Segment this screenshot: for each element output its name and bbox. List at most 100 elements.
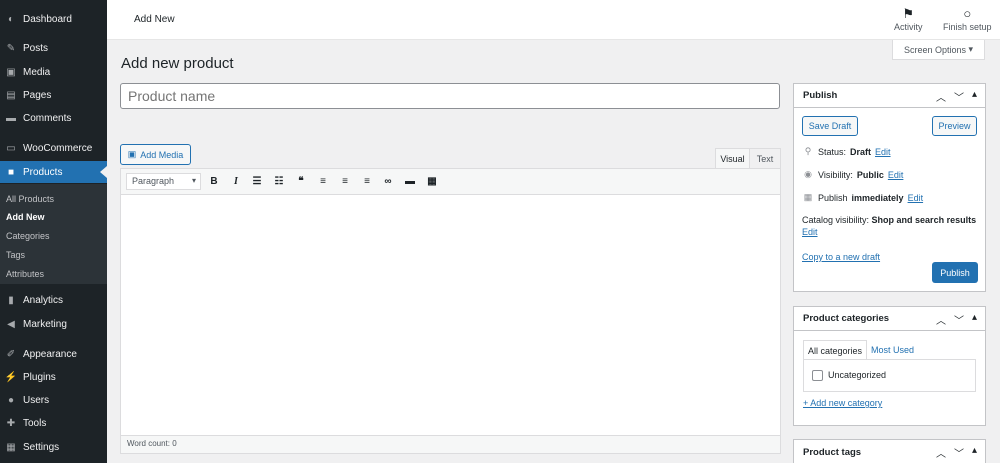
calendar-icon: ▦ [803, 192, 813, 202]
tab-most-used[interactable]: Most Used [867, 340, 918, 360]
sidebar-item-products[interactable]: ■ Products [0, 161, 107, 183]
finish-setup-button[interactable]: ○ Finish setup [943, 6, 992, 32]
top-header: Add New ⚑ Activity ○ Finish setup [107, 0, 1000, 40]
category-list: Uncategorized [803, 359, 976, 392]
products-submenu: All Products Add New Categories Tags Att… [0, 184, 107, 284]
edit-catalog-visibility-link[interactable]: Edit [802, 227, 818, 237]
settings-icon: ▦ [6, 441, 16, 453]
chevron-down-icon[interactable]: ﹀ [954, 89, 964, 104]
sidebar-item-appearance[interactable]: ✐ Appearance [0, 343, 107, 365]
tab-all-categories[interactable]: All categories [803, 340, 868, 360]
publish-button[interactable]: Publish [932, 262, 978, 283]
preview-button[interactable]: Preview [932, 116, 977, 136]
header-title: Add New [134, 14, 175, 25]
megaphone-icon: ◀ [7, 318, 15, 330]
toggle-panel-icon[interactable]: ▴ [972, 445, 977, 460]
chevron-up-icon[interactable]: ︿ [936, 89, 946, 104]
toggle-panel-icon[interactable]: ▴ [972, 89, 977, 104]
admin-sidebar: ◐ Dashboard ✎ Posts ▣ Media ▤ Pages ▬ Comment… [0, 0, 107, 463]
status-row: ⚲ Status: Draft Edit [802, 146, 891, 157]
sidebar-item-marketing[interactable]: ◀ Marketing [0, 313, 107, 335]
pin-icon: ⚲ [804, 146, 812, 156]
sidebar-item-comments[interactable]: ▬ Comments [0, 107, 107, 129]
uncategorized-checkbox[interactable] [812, 370, 823, 381]
media-icon: ▣ [6, 66, 16, 78]
edit-publish-time-link[interactable]: Edit [908, 193, 924, 203]
toolbar-toggle-icon[interactable]: ▦ [425, 174, 439, 188]
sidebar-item-settings[interactable]: ▦ Settings [0, 436, 107, 458]
add-media-button[interactable]: ▣ Add Media [120, 144, 191, 165]
submenu-all-products[interactable]: All Products [6, 194, 54, 204]
align-right-icon[interactable]: ≡ [360, 174, 374, 188]
align-left-icon[interactable]: ≡ [316, 174, 330, 188]
dashboard-icon: ◐ [7, 13, 15, 25]
format-select[interactable]: Paragraph ▾ [126, 173, 201, 190]
brush-icon: ✐ [6, 348, 16, 360]
toggle-panel-icon[interactable]: ▴ [972, 312, 977, 327]
sidebar-item-analytics[interactable]: ▮ Analytics [0, 289, 107, 311]
flag-icon: ⚑ [902, 6, 915, 21]
sidebar-item-posts[interactable]: ✎ Posts [0, 37, 107, 59]
eye-icon: ◉ [804, 169, 812, 179]
edit-visibility-link[interactable]: Edit [888, 170, 904, 180]
sidebar-item-users[interactable]: ● Users [0, 389, 107, 411]
bold-icon[interactable]: B [207, 174, 221, 188]
read-more-icon[interactable]: ▬ [403, 174, 417, 188]
sidebar-item-woocommerce[interactable]: ▭ WooCommerce [0, 137, 107, 159]
tags-box-header: Product tags ︿ ﹀ ▴ [803, 445, 977, 460]
product-tags-box: Product tags ︿ ﹀ ▴ [793, 439, 986, 463]
woo-icon: ▭ [6, 142, 16, 154]
link-icon[interactable]: ∞ [381, 174, 395, 188]
product-categories-box: Product categories ︿ ﹀ ▴ All categories … [793, 306, 986, 426]
screen-options-button[interactable]: Screen Options ▾ [892, 40, 985, 60]
caret-down-icon: ▾ [968, 44, 974, 54]
edit-status-link[interactable]: Edit [875, 147, 891, 157]
catalog-visibility-row: Catalog visibility: Shop and search resu… [802, 215, 977, 237]
tab-text[interactable]: Text [750, 148, 781, 168]
sidebar-item-tools[interactable]: ✚ Tools [0, 412, 107, 434]
publish-box-header: Publish ︿ ﹀ ▴ [794, 84, 985, 108]
pin-icon: ✎ [6, 42, 16, 54]
tab-visual[interactable]: Visual [715, 148, 750, 168]
wrench-icon: ✚ [6, 417, 16, 429]
products-icon: ■ [7, 166, 15, 178]
sidebar-item-pages[interactable]: ▤ Pages [0, 84, 107, 106]
sidebar-item-media[interactable]: ▣ Media [0, 61, 107, 83]
copy-to-draft-link[interactable]: Copy to a new draft [802, 252, 880, 262]
chevron-up-icon[interactable]: ︿ [936, 445, 946, 460]
bullet-list-icon[interactable]: ☰ [250, 174, 264, 188]
chevron-down-icon[interactable]: ﹀ [954, 445, 964, 460]
numbered-list-icon[interactable]: ☷ [272, 174, 286, 188]
italic-icon[interactable]: I [229, 174, 243, 188]
comment-icon: ▬ [6, 112, 16, 124]
chevron-up-icon[interactable]: ︿ [936, 312, 946, 327]
visibility-row: ◉ Visibility: Public Edit [802, 169, 903, 180]
circle-icon: ○ [963, 6, 972, 21]
page-title: Add new product [121, 55, 234, 72]
save-draft-button[interactable]: Save Draft [802, 116, 858, 136]
sidebar-item-plugins[interactable]: ⚡ Plugins [0, 366, 107, 388]
categories-box-header: Product categories ︿ ﹀ ▴ [794, 307, 985, 331]
media-icon: ▣ [127, 149, 137, 159]
chevron-down-icon[interactable]: ﹀ [954, 312, 964, 327]
submenu-attributes[interactable]: Attributes [6, 269, 44, 279]
submenu-categories[interactable]: Categories [6, 231, 50, 241]
content-editor[interactable]: Paragraph ▾ B I ☰ ☷ ❝ ≡ ≡ ≡ ∞ ▬ ▦ Word c… [120, 168, 781, 454]
caret-down-icon: ▾ [191, 176, 196, 185]
sidebar-item-dashboard[interactable]: ◐ Dashboard [0, 8, 107, 30]
align-center-icon[interactable]: ≡ [338, 174, 352, 188]
add-new-category-link[interactable]: + Add new category [803, 398, 882, 408]
category-label: Uncategorized [828, 370, 887, 380]
submenu-add-new[interactable]: Add New [6, 212, 45, 222]
editor-toolbar: Paragraph ▾ B I ☰ ☷ ❝ ≡ ≡ ≡ ∞ ▬ ▦ [121, 169, 780, 195]
submenu-tags[interactable]: Tags [6, 250, 25, 260]
word-count: Word count: 0 [121, 435, 780, 453]
analytics-icon: ▮ [8, 294, 14, 306]
plugin-icon: ⚡ [4, 371, 18, 383]
publish-box: Publish ︿ ﹀ ▴ Save Draft Preview ⚲ Statu… [793, 83, 986, 292]
users-icon: ● [7, 394, 15, 406]
blockquote-icon[interactable]: ❝ [294, 174, 308, 188]
activity-button[interactable]: ⚑ Activity [894, 6, 923, 32]
publish-time-row: ▦ Publish immediately Edit [803, 192, 924, 203]
product-name-input[interactable] [120, 83, 780, 109]
